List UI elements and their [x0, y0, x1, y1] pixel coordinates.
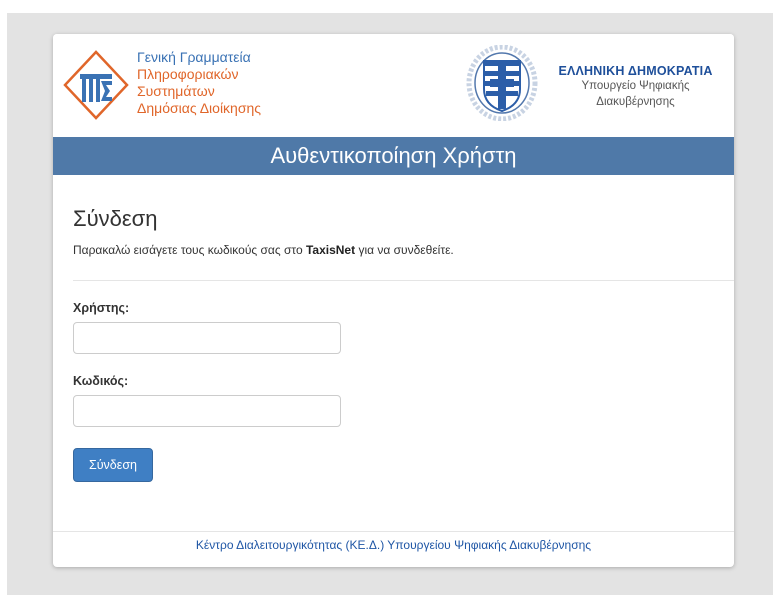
ministry-line-2: Διακυβέρνησης — [596, 96, 675, 108]
org-line-4: Δημόσιας Διοίκησης — [137, 100, 262, 116]
header: Γενική Γραμματεία Πληροφοριακών Συστημάτ… — [53, 34, 734, 137]
gsis-org-name: Γενική Γραμματεία Πληροφοριακών Συστημάτ… — [137, 49, 261, 117]
ministry-name: ΕΛΛΗΝΙΚΗ ΔΗΜΟΚΡΑΤΙΑ Υπουργείο Ψηφιακής Δ… — [548, 64, 723, 110]
hellenic-emblem-icon — [466, 44, 538, 126]
password-input[interactable] — [73, 395, 341, 427]
intro-text-start: Παρακαλώ εισάγετε τους κωδικούς σας στο — [73, 243, 306, 257]
username-label: Χρήστης: — [73, 301, 130, 315]
divider — [73, 280, 734, 281]
footer-divider — [53, 531, 734, 532]
username-input[interactable] — [73, 322, 341, 354]
org-line-2: Πληροφοριακών — [137, 66, 239, 82]
org-line-1: Γενική Γραμματεία — [137, 49, 251, 65]
ministry-title: ΕΛΛΗΝΙΚΗ ΔΗΜΟΚΡΑΤΙΑ — [558, 64, 713, 78]
org-line-3: Συστημάτων — [137, 83, 215, 99]
taxisnet-brand: TaxisNet — [305, 243, 356, 257]
login-card: Γενική Γραμματεία Πληροφοριακών Συστημάτ… — [53, 34, 734, 567]
top-strip — [0, 0, 773, 13]
page-banner: Αυθεντικοποίηση Χρήστη — [53, 137, 734, 175]
login-heading: Σύνδεση — [73, 206, 158, 231]
gsis-logo-icon — [63, 50, 129, 125]
password-label: Κωδικός: — [73, 374, 129, 388]
intro-text-end: για να συνδεθείτε. — [355, 243, 454, 257]
login-button[interactable]: Σύνδεση — [73, 448, 153, 482]
footer-link[interactable]: Κέντρο Διαλειτουργικότητας (ΚΕ.Δ.) Υπουρ… — [53, 538, 734, 552]
login-instructions: Παρακαλώ εισάγετε τους κωδικούς σας στο … — [73, 243, 454, 257]
ministry-line-1: Υπουργείο Ψηφιακής — [581, 80, 690, 92]
